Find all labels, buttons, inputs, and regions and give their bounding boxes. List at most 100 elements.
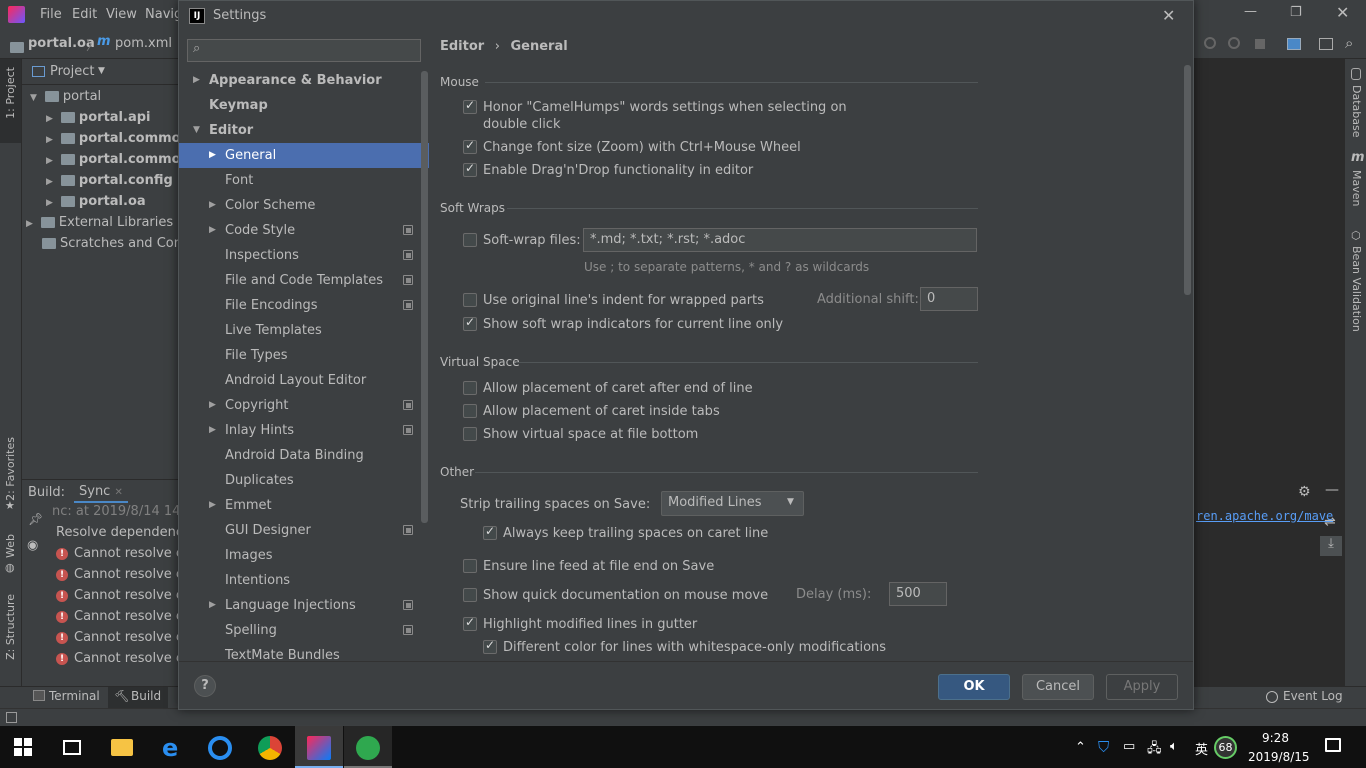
additional-shift-field[interactable]: 0: [920, 287, 978, 311]
ok-button[interactable]: OK: [938, 674, 1010, 700]
expand-right-icon[interactable]: ▶: [209, 418, 216, 443]
camelhumps-checkbox[interactable]: [463, 98, 477, 114]
expand-right-icon[interactable]: ▶: [209, 493, 216, 518]
line-feed-label[interactable]: Ensure line feed at file end on Save: [483, 558, 714, 575]
keep-trailing-checkbox[interactable]: [483, 524, 497, 540]
tool-window-toggle-icon[interactable]: [6, 712, 17, 723]
content-scrollbar[interactable]: [1184, 65, 1191, 295]
layout-icon[interactable]: [1319, 38, 1333, 50]
menu-view[interactable]: View: [106, 7, 137, 22]
project-view-label[interactable]: Project: [50, 64, 94, 79]
error-row[interactable]: ! Cannot resolve co: [56, 648, 191, 669]
cancel-button[interactable]: Cancel: [1022, 674, 1094, 700]
wrap-indicators-label[interactable]: Show soft wrap indicators for current li…: [483, 316, 783, 333]
nav-item-copyright[interactable]: ▶ Copyright: [179, 393, 429, 418]
toolbar-icon[interactable]: [1228, 37, 1240, 49]
nav-item-live-templates[interactable]: Live Templates: [179, 318, 429, 343]
softwrap-label[interactable]: Soft-wrap files:: [483, 232, 581, 249]
close-icon[interactable]: ✕: [1162, 1, 1175, 31]
search-input[interactable]: ⌕: [187, 39, 421, 62]
error-row[interactable]: ! Cannot resolve co: [56, 564, 191, 585]
line-feed-checkbox[interactable]: [463, 559, 477, 573]
clock-date[interactable]: 2019/8/15: [1248, 750, 1310, 764]
expand-right-icon[interactable]: ▶: [209, 218, 216, 243]
dnd-checkbox[interactable]: [463, 161, 477, 177]
zoom-label[interactable]: Change font size (Zoom) with Ctrl+Mouse …: [483, 139, 801, 156]
volume-icon[interactable]: 🔈︎: [1170, 739, 1178, 754]
breadcrumb-editor[interactable]: Editor: [440, 39, 484, 54]
network-icon[interactable]: 🖧︎: [1147, 739, 1162, 761]
softwrap-patterns-field[interactable]: *.md; *.txt; *.rst; *.adoc: [583, 228, 977, 252]
tab-terminal[interactable]: Terminal: [49, 689, 100, 703]
wrap-indicators-checkbox[interactable]: [463, 315, 477, 331]
soft-wrap-icon[interactable]: ⇌: [1324, 514, 1336, 530]
softwrap-checkbox[interactable]: [463, 233, 477, 247]
notification-icon[interactable]: [1325, 738, 1341, 752]
nav-item-file-types[interactable]: File Types: [179, 343, 429, 368]
error-row[interactable]: ! Cannot resolve co: [56, 543, 191, 564]
nav-item-intentions[interactable]: Intentions: [179, 568, 429, 593]
nav-scrollbar[interactable]: [421, 71, 428, 523]
tree-item[interactable]: ▶ External Libraries: [26, 212, 173, 233]
security-shield-icon[interactable]: ⛉: [1098, 738, 1109, 756]
edge-icon[interactable]: e: [162, 736, 188, 762]
nav-item-duplicates[interactable]: Duplicates: [179, 468, 429, 493]
caret-in-tabs-label[interactable]: Allow placement of caret inside tabs: [483, 403, 720, 420]
error-row[interactable]: ! Cannot resolve co: [56, 606, 191, 627]
delay-field[interactable]: 500: [889, 582, 947, 606]
camelhumps-label[interactable]: Honor "CamelHumps" words settings when s…: [483, 99, 847, 116]
file-explorer-icon[interactable]: [111, 739, 133, 756]
error-row[interactable]: ! Cannot resolve co: [56, 627, 191, 648]
nav-item-color-scheme[interactable]: ▶ Color Scheme: [179, 193, 429, 218]
breadcrumb-project[interactable]: portal.oa: [28, 36, 95, 51]
tree-item[interactable]: ▶ portal.api: [46, 107, 151, 128]
expand-down-icon[interactable]: ▼: [30, 93, 37, 103]
caret-in-tabs-checkbox[interactable]: [463, 404, 477, 418]
close-icon[interactable]: ✕: [1336, 3, 1349, 22]
tree-item[interactable]: ▶ portal.oa: [46, 191, 146, 212]
quick-doc-label[interactable]: Show quick documentation on mouse move: [483, 587, 768, 604]
stripe-favorites[interactable]: 2: Favorites: [4, 437, 17, 501]
stripe-bean-validation[interactable]: Bean Validation: [1350, 246, 1363, 332]
device-icon[interactable]: ▭: [1123, 739, 1135, 754]
strip-spaces-select[interactable]: Modified Lines ▼: [661, 491, 804, 516]
expand-right-icon[interactable]: ▶: [46, 198, 53, 208]
menu-navigate[interactable]: Navig: [145, 7, 182, 22]
virtual-bottom-label[interactable]: Show virtual space at file bottom: [483, 426, 698, 443]
toolbar-icon[interactable]: [1204, 37, 1216, 49]
orig-indent-label[interactable]: Use original line's indent for wrapped p…: [483, 292, 764, 309]
nav-item-inspections[interactable]: Inspections: [179, 243, 429, 268]
ime-indicator[interactable]: 英: [1195, 739, 1208, 758]
qq-browser-icon[interactable]: [208, 736, 232, 760]
nav-item-file-encodings[interactable]: File Encodings: [179, 293, 429, 318]
stripe-structure[interactable]: Z: Structure: [4, 594, 17, 660]
menu-file[interactable]: File: [40, 7, 62, 22]
nav-item-general[interactable]: ▶ General: [179, 143, 429, 168]
menu-edit[interactable]: Edit: [72, 7, 97, 22]
highlight-gutter-label[interactable]: Highlight modified lines in gutter: [483, 616, 697, 633]
help-button[interactable]: ?: [194, 675, 216, 697]
nav-item-spelling[interactable]: Spelling: [179, 618, 429, 643]
expand-right-icon[interactable]: ▶: [26, 219, 33, 229]
error-row[interactable]: ! Cannot resolve co: [56, 585, 191, 606]
expand-right-icon[interactable]: ▶: [193, 68, 200, 93]
expand-right-icon[interactable]: ▶: [46, 177, 53, 187]
highlight-gutter-checkbox[interactable]: [463, 615, 477, 631]
quick-doc-checkbox[interactable]: [463, 588, 477, 602]
nav-item-images[interactable]: Images: [179, 543, 429, 568]
event-log[interactable]: Event Log: [1283, 689, 1343, 703]
expand-right-icon[interactable]: ▶: [209, 193, 216, 218]
nav-item-editor[interactable]: ▼ Editor: [179, 118, 429, 143]
dnd-label[interactable]: Enable Drag'n'Drop functionality in edit…: [483, 162, 753, 179]
nav-item-file-and-code-templates[interactable]: File and Code Templates: [179, 268, 429, 293]
apply-button[interactable]: Apply: [1106, 674, 1178, 700]
editor-url-fragment[interactable]: ren.apache.org/mave: [1196, 509, 1333, 523]
nav-item-android-layout-editor[interactable]: Android Layout Editor: [179, 368, 429, 393]
caret-after-eol-checkbox[interactable]: [463, 381, 477, 395]
tab-sync[interactable]: Sync ✕: [74, 482, 128, 503]
intellij-taskbar-icon[interactable]: [307, 736, 331, 760]
nav-item-keymap[interactable]: Keymap: [179, 93, 429, 118]
keep-trailing-label[interactable]: Always keep trailing spaces on caret lin…: [503, 525, 768, 542]
nav-item-android-data-binding[interactable]: Android Data Binding: [179, 443, 429, 468]
expand-right-icon[interactable]: ▶: [209, 143, 216, 168]
